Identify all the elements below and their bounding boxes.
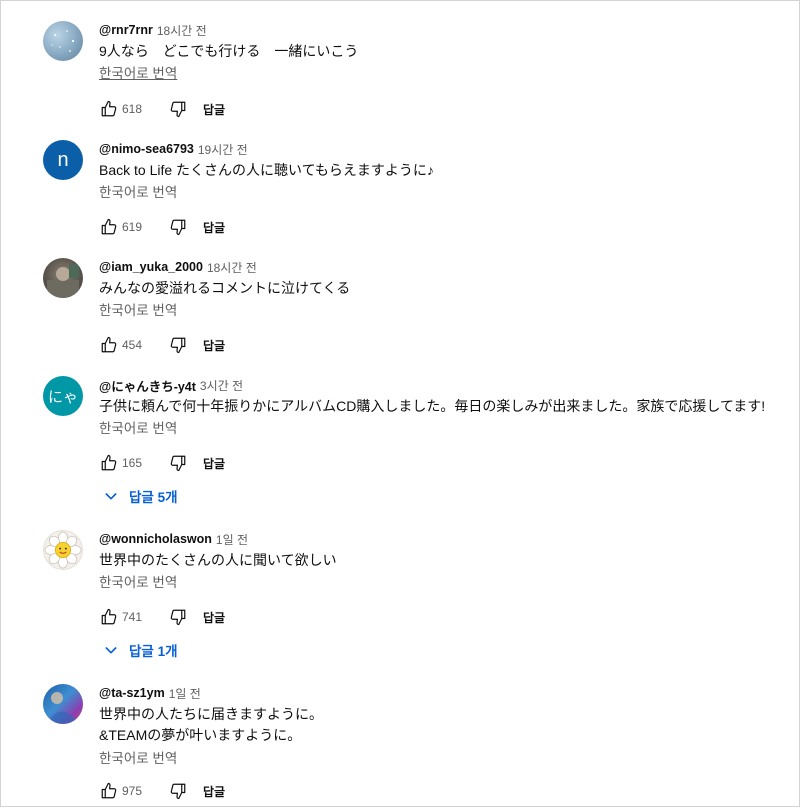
replies-count-label: 답글 5개: [129, 490, 178, 505]
comment-actions: 741 답글: [97, 605, 225, 629]
photo-avatar-icon: [47, 692, 83, 724]
reply-button[interactable]: 답글: [203, 783, 225, 800]
comment-timestamp[interactable]: 18시간 전: [207, 259, 257, 276]
comment-timestamp[interactable]: 1일 전: [169, 685, 201, 702]
comment-actions: 619 답글: [97, 215, 225, 239]
comment-actions: 618 답글: [97, 97, 225, 121]
reply-button[interactable]: 답글: [203, 609, 225, 626]
dislike-icon[interactable]: [166, 451, 190, 475]
like-icon[interactable]: [97, 215, 121, 239]
starry-sky-avatar-icon: [51, 30, 75, 52]
dislike-icon[interactable]: [166, 215, 190, 239]
replies-count-label: 답글 1개: [129, 644, 178, 659]
translate-button[interactable]: 한국어로 번역: [99, 419, 177, 439]
comments-panel: @rnr7rnr 18시간 전 9人なら どこでも行ける 一緒にいこう 한국어로…: [0, 0, 800, 807]
translate-button[interactable]: 한국어로 번역: [99, 573, 177, 593]
chevron-down-icon: [105, 493, 117, 500]
comment-author[interactable]: @iam_yuka_2000: [99, 260, 203, 274]
reply-button[interactable]: 답글: [203, 101, 225, 118]
comment-text: 子供に頼んで何十年振りかにアルバムCD購入しました。毎日の楽しみが出来ました。家…: [99, 398, 766, 414]
avatar[interactable]: [43, 258, 83, 298]
like-count: 165: [122, 456, 143, 470]
like-count: 741: [122, 610, 143, 624]
comment-author[interactable]: @wonnicholaswon: [99, 532, 212, 546]
like-icon[interactable]: [97, 451, 121, 475]
comment-timestamp[interactable]: 3시간 전: [200, 377, 243, 394]
like-icon[interactable]: [97, 333, 121, 357]
comment-actions: 454 답글: [97, 333, 225, 357]
translate-button[interactable]: 한국어로 번역: [99, 183, 177, 203]
comment-text: 世界中のたくさんの人に聞いて欲しい: [99, 552, 337, 568]
dislike-icon[interactable]: [166, 97, 190, 121]
avatar-letter: にゃ: [47, 388, 78, 406]
like-count: 454: [122, 338, 143, 352]
comment-actions: 975 답글: [97, 779, 225, 803]
avatar[interactable]: [43, 684, 83, 724]
avatar[interactable]: [43, 530, 83, 570]
comment-text: 世界中の人たちに届きますように。 &TEAMの夢が叶いますように。: [99, 706, 323, 743]
like-icon[interactable]: [97, 97, 121, 121]
like-icon[interactable]: [97, 605, 121, 629]
comment-text: 9人なら どこでも行ける 一緒にいこう: [99, 43, 359, 59]
show-replies-button[interactable]: 답글 5개: [103, 486, 178, 506]
reply-button[interactable]: 답글: [203, 455, 225, 472]
like-count: 619: [122, 220, 143, 234]
flower-avatar-icon: [44, 531, 82, 569]
reply-button[interactable]: 답글: [203, 337, 225, 354]
translate-button[interactable]: 한국어로 번역: [99, 64, 177, 84]
avatar[interactable]: [43, 21, 83, 61]
reply-button[interactable]: 답글: [203, 219, 225, 236]
like-count: 618: [122, 102, 143, 116]
like-count: 975: [122, 784, 143, 798]
comment-author[interactable]: @rnr7rnr: [99, 23, 153, 37]
comment-timestamp[interactable]: 18시간 전: [157, 22, 207, 39]
avatar[interactable]: にゃ: [43, 376, 83, 416]
comment-actions: 165 답글: [97, 451, 225, 475]
translate-button[interactable]: 한국어로 번역: [99, 749, 177, 769]
avatar-letter: n: [57, 148, 69, 171]
dislike-icon[interactable]: [166, 779, 190, 803]
show-replies-button[interactable]: 답글 1개: [103, 640, 178, 660]
comment-timestamp[interactable]: 1일 전: [216, 531, 248, 548]
chevron-down-icon: [105, 647, 117, 654]
dislike-icon[interactable]: [166, 333, 190, 357]
comment-text: みんなの愛溢れるコメントに泣けてくる: [99, 280, 351, 296]
comment-author[interactable]: @にゃんきち-y4t: [99, 376, 196, 395]
like-icon[interactable]: [97, 779, 121, 803]
translate-button[interactable]: 한국어로 번역: [99, 301, 177, 321]
photo-avatar-icon: [47, 264, 79, 298]
dislike-icon[interactable]: [166, 605, 190, 629]
comment-author[interactable]: @ta-sz1ym: [99, 686, 165, 700]
comment-timestamp[interactable]: 19시간 전: [198, 141, 248, 158]
avatar[interactable]: n: [43, 140, 83, 180]
comment-text: Back to Life たくさんの人に聴いてもらえますように♪: [99, 162, 434, 178]
comment-author[interactable]: @nimo-sea6793: [99, 142, 194, 156]
